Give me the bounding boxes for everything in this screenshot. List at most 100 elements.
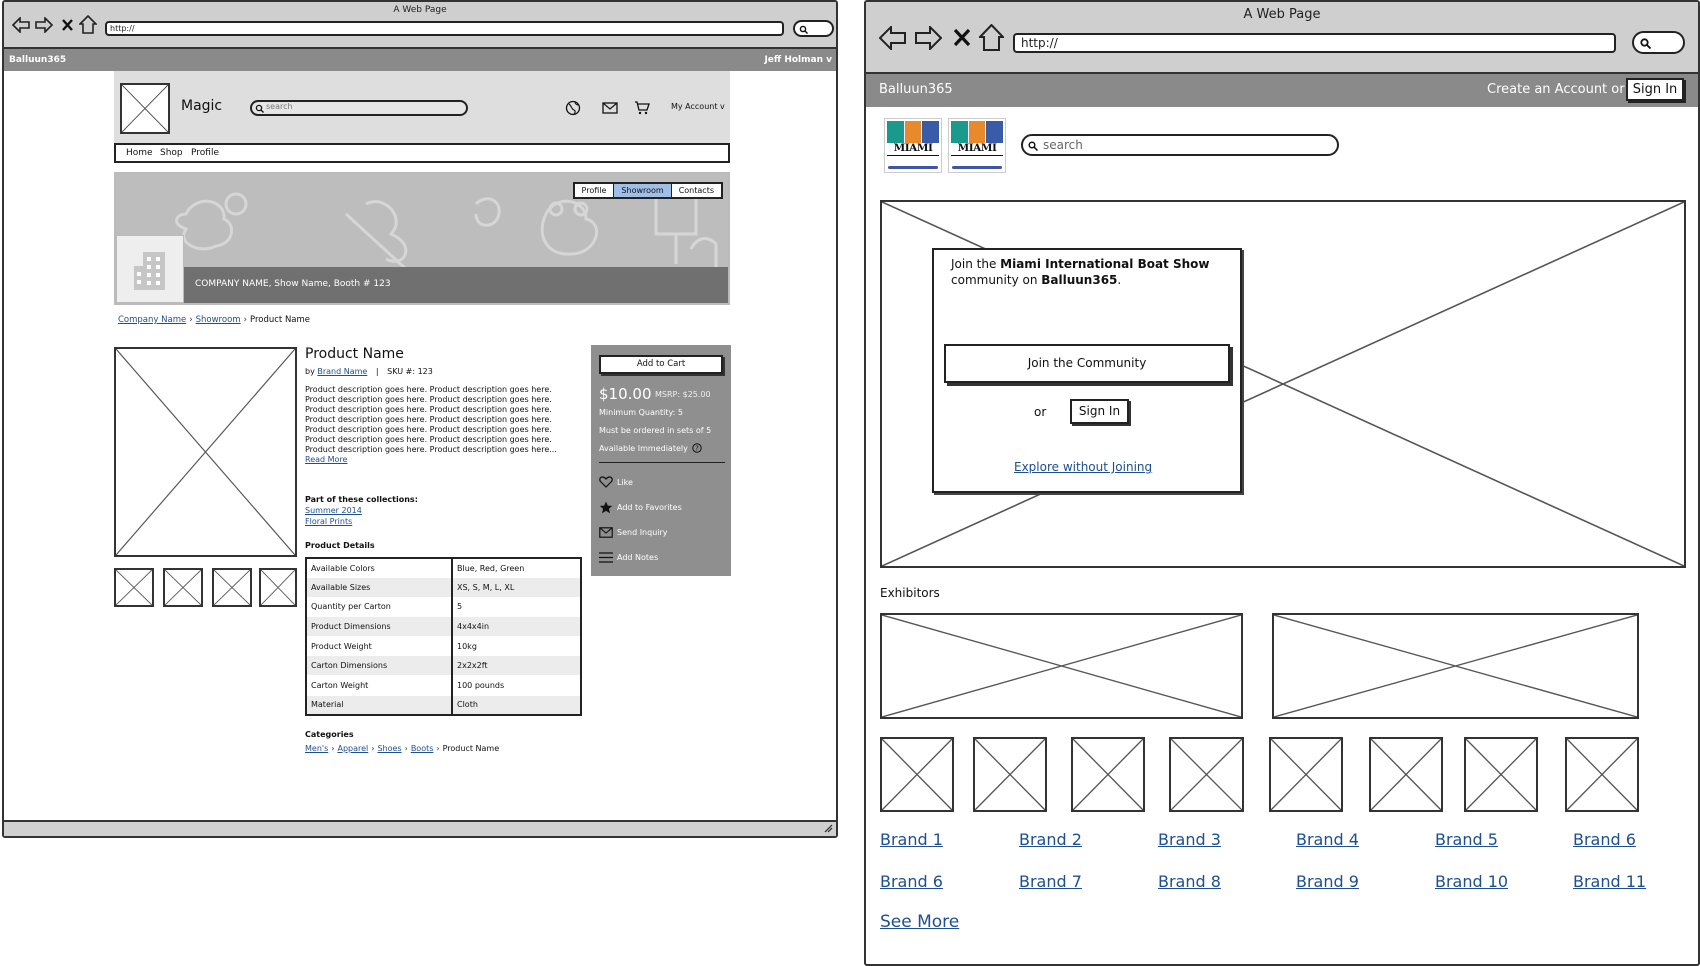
table-row: Carton Weight 100 pounds: [306, 675, 581, 696]
category-link[interactable]: Boots: [411, 744, 434, 753]
app-brand[interactable]: Balluun365: [9, 55, 66, 65]
help-icon[interactable]: ?: [692, 443, 702, 453]
read-more-link[interactable]: Read More: [305, 455, 581, 465]
tab-showroom[interactable]: Showroom: [613, 184, 671, 197]
like-action[interactable]: Like: [599, 476, 633, 488]
site-logo-placeholder: [120, 83, 170, 134]
details-heading: Product Details: [305, 541, 375, 550]
product-thumbnail[interactable]: [163, 568, 203, 607]
search-icon: [1028, 141, 1038, 151]
collection-link[interactable]: Summer 2014: [305, 505, 362, 516]
breadcrumb-company[interactable]: Company Name: [118, 315, 186, 325]
forward-icon[interactable]: [35, 17, 53, 33]
brand-logo-placeholder[interactable]: [1565, 737, 1639, 812]
product-thumbnail[interactable]: [114, 568, 154, 607]
brand-logo-placeholder[interactable]: [1071, 737, 1145, 812]
url-field[interactable]: http://: [105, 21, 784, 36]
table-row: Available Colors Blue, Red, Green: [306, 558, 581, 579]
product-thumbnail[interactable]: [212, 568, 252, 607]
send-inquiry-action[interactable]: Send Inquiry: [599, 527, 668, 538]
stop-icon[interactable]: [61, 17, 74, 33]
category-link[interactable]: Men's: [305, 744, 328, 753]
brand-logo-placeholder[interactable]: [973, 737, 1047, 812]
brand-link[interactable]: Brand 3: [1158, 830, 1221, 849]
dialog-sign-in-button[interactable]: Sign In: [1070, 399, 1129, 424]
forward-icon[interactable]: [915, 26, 942, 50]
product-thumbnail[interactable]: [259, 568, 297, 607]
brand-link[interactable]: Brand Name: [317, 367, 367, 376]
tab-profile[interactable]: Profile: [575, 184, 614, 197]
home-icon[interactable]: [79, 15, 97, 34]
brand-link[interactable]: Brand 6: [1573, 830, 1636, 849]
notes-icon: [599, 552, 613, 563]
categories-breadcrumb: Men's › Apparel › Shoes › Boots › Product Name: [305, 744, 500, 753]
tab-contacts[interactable]: Contacts: [670, 184, 721, 197]
app-bar: Balluun365 Jeff Holman v: [4, 49, 836, 71]
brand-logo-placeholder[interactable]: [880, 737, 954, 812]
app-brand[interactable]: Balluun365: [879, 82, 953, 97]
brand-link[interactable]: Brand 1: [880, 830, 943, 849]
collection-link[interactable]: Floral Prints: [305, 516, 362, 527]
featured-exhibitor-banner[interactable]: [880, 613, 1243, 719]
svg-text:?: ?: [695, 445, 699, 453]
add-notes-action[interactable]: Add Notes: [599, 552, 658, 563]
breadcrumb-showroom[interactable]: Showroom: [196, 315, 241, 325]
nav-shop[interactable]: Shop: [160, 148, 183, 158]
brand-link[interactable]: Brand 9: [1296, 872, 1359, 891]
sign-in-button[interactable]: Sign In: [1626, 78, 1684, 101]
cart-icon[interactable]: [634, 101, 650, 115]
nav-home[interactable]: Home: [126, 148, 153, 158]
detail-label: Material: [306, 695, 453, 716]
site-search-input[interactable]: search: [1021, 134, 1339, 156]
category-link[interactable]: Apparel: [337, 744, 368, 753]
brand-link[interactable]: Brand 4: [1296, 830, 1359, 849]
mail-icon[interactable]: [602, 102, 618, 114]
search-icon: [255, 104, 264, 113]
category-link[interactable]: Shoes: [377, 744, 401, 753]
browser-search-field[interactable]: [1632, 31, 1685, 54]
buy-box: Add to Cart $10.00 MSRP: $25.00 Minimum …: [591, 345, 731, 576]
stop-icon[interactable]: [953, 27, 971, 48]
message-prefix: Join the: [951, 257, 1001, 271]
site-search-input[interactable]: search: [250, 100, 468, 116]
nav-profile[interactable]: Profile: [191, 148, 219, 158]
explore-without-joining-link[interactable]: Explore without Joining: [1014, 460, 1152, 474]
add-to-cart-button[interactable]: Add to Cart: [599, 355, 723, 374]
brand-link[interactable]: Brand 2: [1019, 830, 1082, 849]
price: $10.00: [599, 385, 652, 403]
back-icon[interactable]: [879, 26, 906, 50]
brand-link[interactable]: Brand 5: [1435, 830, 1498, 849]
detail-value: 5: [452, 597, 581, 618]
brand-logo-placeholder[interactable]: [1169, 737, 1244, 812]
brand-logo-placeholder[interactable]: [1464, 737, 1538, 812]
logo-text: MIAMI: [957, 142, 997, 154]
home-icon[interactable]: [979, 24, 1004, 51]
brand-link[interactable]: Brand 8: [1158, 872, 1221, 891]
globe-icon[interactable]: [565, 100, 581, 116]
star-icon: [599, 501, 613, 514]
order-sets: Must be ordered in sets of 5: [599, 426, 712, 435]
brand-logo-placeholder[interactable]: [1369, 737, 1443, 812]
site-name[interactable]: Magic: [181, 98, 222, 114]
brand-link[interactable]: Brand 7: [1019, 872, 1082, 891]
my-account-menu[interactable]: My Account v: [671, 102, 725, 111]
event-name: Miami International Boat Show: [1000, 257, 1210, 271]
resize-grip-icon[interactable]: [823, 823, 833, 833]
user-menu[interactable]: Jeff Holman v: [764, 55, 832, 65]
featured-exhibitor-banner[interactable]: [1272, 613, 1639, 719]
brand-logo-placeholder[interactable]: [1269, 737, 1343, 812]
url-field[interactable]: http://: [1013, 33, 1616, 53]
create-account-link[interactable]: Create an Account or: [1487, 82, 1625, 97]
brand-link[interactable]: Brand 10: [1435, 872, 1508, 891]
add-to-favorites-action[interactable]: Add to Favorites: [599, 501, 682, 514]
join-community-button[interactable]: Join the Community: [944, 344, 1230, 383]
see-more-link[interactable]: See More: [880, 912, 959, 932]
browser-search-field[interactable]: [793, 20, 834, 37]
search-placeholder: search: [1043, 138, 1083, 152]
back-icon[interactable]: [12, 17, 30, 33]
msrp: MSRP: $25.00: [655, 390, 711, 399]
brand-link[interactable]: Brand 6: [880, 872, 943, 891]
brand-link[interactable]: Brand 11: [1573, 872, 1646, 891]
banner-caption-strip: COMPANY NAME, Show Name, Booth # 123: [116, 267, 728, 303]
main-product-image[interactable]: [114, 347, 297, 557]
